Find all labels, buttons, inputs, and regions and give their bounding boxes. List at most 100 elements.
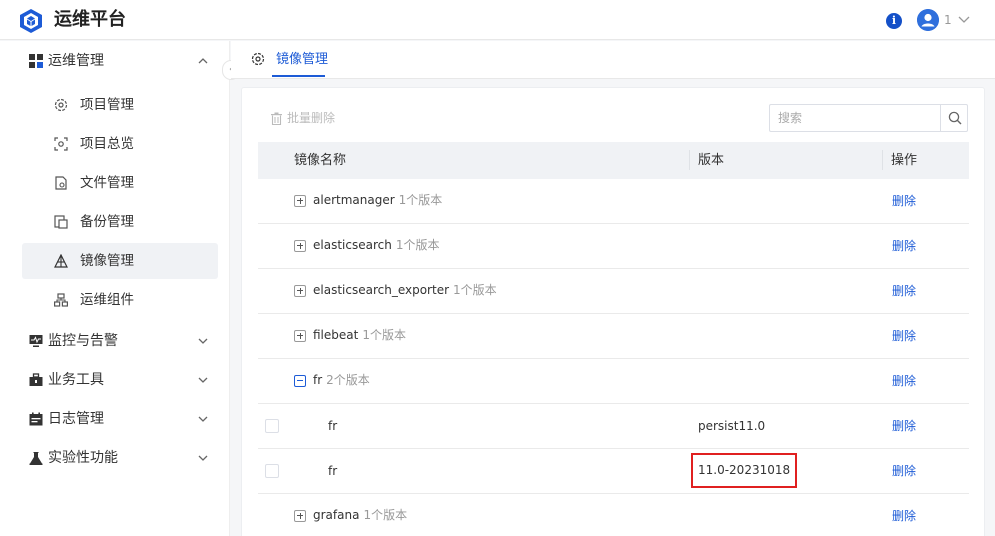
image-name-cell: filebeat 1个版本: [313, 327, 406, 344]
collapse-icon[interactable]: [294, 375, 306, 387]
tab-bar: 镜像管理: [231, 41, 995, 79]
sidebar-item-project-overview[interactable]: 项目总览: [22, 126, 218, 162]
sidebar-item-ops-components[interactable]: 运维组件: [22, 282, 218, 318]
version-count: 1个版本: [362, 328, 406, 342]
sidebar: 运维管理 项目管理 项目总览 文件管理 备份管理 镜像管理 运维组件 监控与告警…: [0, 41, 230, 536]
image-name-cell: grafana 1个版本: [313, 507, 407, 524]
expand-icon[interactable]: [294, 240, 306, 252]
sidebar-item-project-manage[interactable]: 项目管理: [22, 87, 218, 123]
sidebar-group-biz-tools[interactable]: 业务工具: [0, 362, 230, 398]
table-header: 镜像名称 版本 操作: [258, 142, 969, 179]
table-row: fr 2个版本 删除: [258, 359, 969, 404]
chevron-down-icon: [198, 416, 208, 422]
image-name-cell: elasticsearch 1个版本: [313, 237, 439, 254]
sidebar-item-label: 文件管理: [80, 175, 134, 191]
scan-icon: [54, 137, 68, 151]
image-name-cell: alertmanager 1个版本: [313, 192, 442, 209]
tab-active-indicator: [272, 75, 325, 77]
expand-icon[interactable]: [294, 510, 306, 522]
version-cell: persist11.0: [698, 419, 766, 433]
grid-icon: [29, 54, 43, 68]
version-cell-highlighted: 11.0-20231018: [690, 453, 798, 488]
delete-link[interactable]: 删除: [892, 328, 916, 345]
delete-link[interactable]: 删除: [892, 193, 916, 210]
batch-delete-button[interactable]: 批量删除: [270, 110, 335, 126]
column-divider: [689, 150, 690, 170]
sidebar-item-image-manage[interactable]: 镜像管理: [22, 243, 218, 279]
delete-link[interactable]: 删除: [892, 238, 916, 255]
sidebar-group-label: 业务工具: [48, 372, 104, 388]
image-name-cell: fr 2个版本: [313, 372, 370, 389]
components-icon: [54, 293, 68, 307]
table-row: filebeat 1个版本 删除: [258, 314, 969, 359]
version-count: 1个版本: [453, 283, 497, 297]
delete-link[interactable]: 删除: [892, 463, 916, 480]
sidebar-item-label: 镜像管理: [80, 253, 134, 269]
sidebar-item-backup-manage[interactable]: 备份管理: [22, 204, 218, 240]
sidebar-item-label: 运维组件: [80, 292, 134, 308]
gear-icon: [251, 52, 265, 66]
image-name: grafana: [313, 508, 360, 522]
version-count: 1个版本: [398, 193, 443, 207]
monitor-icon: [29, 335, 43, 347]
sidebar-group-monitor[interactable]: 监控与告警: [0, 323, 230, 359]
delete-link[interactable]: 删除: [892, 283, 916, 300]
sidebar-group-experimental[interactable]: 实验性功能: [0, 440, 230, 476]
image-name-cell: elasticsearch_exporter 1个版本: [313, 282, 497, 299]
search-input[interactable]: [769, 104, 941, 132]
chevron-down-icon[interactable]: [957, 12, 971, 26]
table-row: alertmanager 1个版本 删除: [258, 179, 969, 224]
sidebar-group-log-manage[interactable]: 日志管理: [0, 401, 230, 437]
sidebar-group-ops[interactable]: 运维管理: [0, 43, 230, 79]
chevron-down-icon: [198, 338, 208, 344]
sidebar-item-label: 项目管理: [80, 97, 134, 113]
version-count: 2个版本: [326, 373, 370, 387]
image-name: filebeat: [313, 328, 359, 342]
column-header-actions: 操作: [891, 153, 918, 168]
backup-icon: [54, 215, 68, 229]
row-checkbox[interactable]: [265, 464, 279, 478]
trash-icon: [271, 112, 282, 125]
search-icon: [948, 111, 962, 125]
flask-icon: [29, 452, 43, 465]
image-name: elasticsearch_exporter: [313, 283, 450, 297]
table-row: elasticsearch 1个版本 删除: [258, 224, 969, 269]
row-checkbox[interactable]: [265, 419, 279, 433]
image-name: elasticsearch: [313, 238, 392, 252]
sidebar-group-label: 运维管理: [48, 53, 104, 69]
image-name: alertmanager: [313, 193, 395, 207]
sidebar-item-file-manage[interactable]: 文件管理: [22, 165, 218, 201]
sidebar-item-label: 备份管理: [80, 214, 134, 230]
image-name: fr: [313, 373, 323, 387]
image-name: fr: [328, 464, 338, 478]
delete-link[interactable]: 删除: [892, 508, 916, 525]
table-row: elasticsearch_exporter 1个版本 删除: [258, 269, 969, 314]
sidebar-group-label: 日志管理: [48, 411, 104, 427]
table-row-child: fr persist11.0 删除: [258, 404, 969, 449]
version-count: 1个版本: [395, 238, 440, 252]
expand-icon[interactable]: [294, 330, 306, 342]
avatar[interactable]: [917, 9, 939, 31]
chevron-up-icon: [198, 58, 208, 64]
gear-icon: [54, 98, 68, 112]
chevron-down-icon: [198, 377, 208, 383]
column-header-version: 版本: [698, 153, 725, 168]
search-button[interactable]: [940, 104, 968, 132]
image-list-panel: 批量删除 镜像名称 版本 操作 alertmanager1个版本 删除 elas…: [241, 87, 985, 536]
batch-delete-label: 批量删除: [287, 111, 336, 125]
sidebar-group-label: 实验性功能: [48, 450, 118, 466]
info-icon[interactable]: i: [886, 13, 902, 29]
table-row-child: fr 11.0-20231018 删除: [258, 449, 969, 494]
expand-icon[interactable]: [294, 195, 306, 207]
image-icon: [54, 254, 68, 268]
cube-logo-icon: [20, 9, 42, 33]
image-name: fr: [328, 419, 338, 433]
delete-link[interactable]: 删除: [892, 418, 916, 435]
delete-link[interactable]: 删除: [892, 373, 916, 390]
column-header-name: 镜像名称: [294, 153, 347, 168]
calendar-icon: [29, 412, 43, 426]
expand-icon[interactable]: [294, 285, 306, 297]
chevron-down-icon: [198, 455, 208, 461]
user-label[interactable]: 1: [944, 12, 952, 28]
sidebar-group-label: 监控与告警: [48, 333, 118, 349]
